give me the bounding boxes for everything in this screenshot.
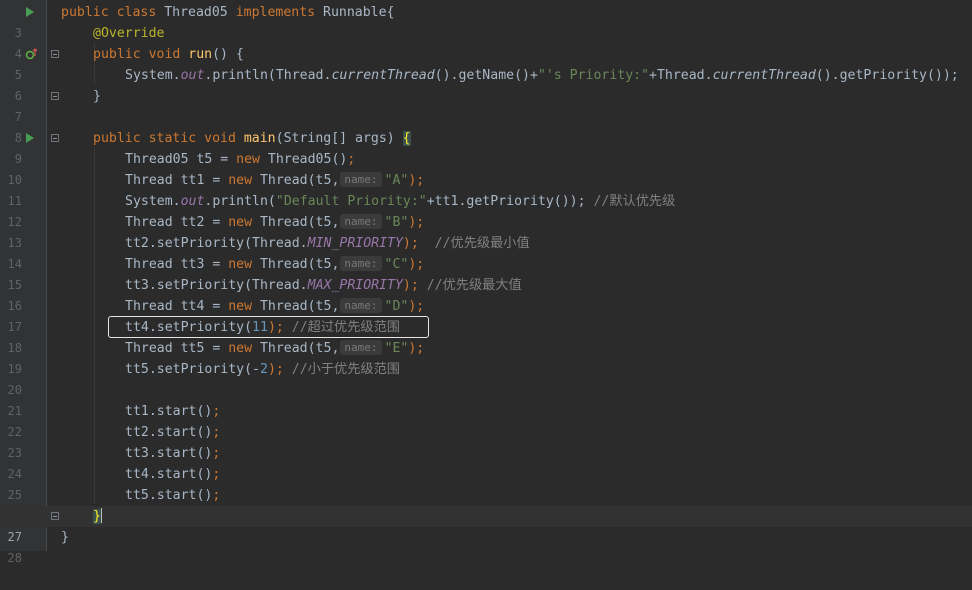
override-method-icon[interactable] bbox=[25, 48, 38, 61]
text-caret bbox=[100, 508, 102, 523]
run-main-icon[interactable] bbox=[26, 133, 34, 143]
code-line-11[interactable]: 11 Thread tt1 = new Thread(t5, name: "A"); bbox=[0, 170, 972, 208]
code-line-5[interactable]: 5 public void run() { bbox=[0, 44, 972, 82]
code-line-10[interactable]: 10 Thread05 t5 = new Thread05(); bbox=[0, 149, 972, 187]
parameter-hint: name: bbox=[340, 340, 382, 355]
code-line-12[interactable]: 12 System.out.println("Default Priority:… bbox=[0, 191, 972, 229]
fold-toggle-icon[interactable] bbox=[51, 50, 59, 58]
code-line-6[interactable]: 6 System.out.println(Thread.currentThrea… bbox=[0, 65, 972, 103]
parameter-hint: name: bbox=[340, 298, 382, 313]
highlight-box bbox=[108, 316, 429, 338]
fold-toggle-icon[interactable] bbox=[51, 134, 59, 142]
parameter-hint: name: bbox=[340, 172, 382, 187]
code-text: public class Thread05 implements Runnabl… bbox=[61, 5, 395, 20]
code-text: @Override bbox=[93, 26, 165, 41]
code-line-25[interactable]: 25 tt4.start(); bbox=[0, 464, 972, 502]
fold-toggle-icon[interactable] bbox=[51, 512, 59, 520]
code-line-20[interactable]: 20 tt5.setPriority(-2); //小于优先级范围 bbox=[0, 359, 972, 397]
code-line-17[interactable]: 17 Thread tt4 = new Thread(t5, name: "D"); bbox=[0, 296, 972, 334]
code-text: tt1.start(); bbox=[125, 404, 221, 419]
code-text: public static void main(String[] args) { bbox=[93, 131, 411, 146]
code-text: } bbox=[61, 530, 69, 545]
code-line-3[interactable]: 3 public class Thread05 implements Runna… bbox=[0, 2, 972, 40]
code-text: tt2.start(); bbox=[125, 425, 221, 440]
code-line-13[interactable]: 13 Thread tt2 = new Thread(t5, name: "B"); bbox=[0, 212, 972, 250]
fold-toggle-icon[interactable] bbox=[51, 92, 59, 100]
code-line-21[interactable]: 21 bbox=[0, 380, 972, 418]
code-line-24[interactable]: 24 tt3.start(); bbox=[0, 443, 972, 481]
code-text: tt5.start(); bbox=[125, 488, 221, 503]
code-text: System.out.println("Default Priority:"+t… bbox=[125, 194, 676, 209]
code-line-27[interactable]: 27 } bbox=[0, 506, 972, 544]
code-line-8[interactable]: 8 bbox=[0, 107, 972, 145]
code-line-15[interactable]: 15 Thread tt3 = new Thread(t5, name: "C"); bbox=[0, 254, 972, 292]
code-line-19[interactable]: 19 Thread tt5 = new Thread(t5, name: "E"); bbox=[0, 338, 972, 376]
code-text: tt4.start(); bbox=[125, 467, 221, 482]
code-text: Thread tt3 = new Thread(t5, name: "C"); bbox=[125, 256, 425, 272]
code-line-16[interactable]: 16 tt3.setPriority(Thread.MAX_PRIORITY);… bbox=[0, 275, 972, 313]
code-line-23[interactable]: 23 tt2.start(); bbox=[0, 422, 972, 460]
code-text: Thread05 t5 = new Thread05(); bbox=[125, 152, 356, 167]
code-text: Thread tt1 = new Thread(t5, name: "A"); bbox=[125, 172, 425, 188]
code-line-22[interactable]: 22 tt1.start(); bbox=[0, 401, 972, 439]
code-text: Thread tt2 = new Thread(t5, name: "B"); bbox=[125, 214, 425, 230]
code-text: } bbox=[93, 508, 102, 524]
code-line-4[interactable]: 4 @Override bbox=[0, 23, 972, 61]
parameter-hint: name: bbox=[340, 214, 382, 229]
parameter-hint: name: bbox=[340, 256, 382, 271]
code-line-14[interactable]: 14 tt2.setPriority(Thread.MIN_PRIORITY);… bbox=[0, 233, 972, 271]
code-text: Thread tt5 = new Thread(t5, name: "E"); bbox=[125, 340, 425, 356]
code-line-28[interactable]: 28 } bbox=[0, 527, 972, 565]
code-text: public void run() { bbox=[93, 47, 244, 62]
run-class-icon[interactable] bbox=[26, 7, 34, 17]
code-text: tt2.setPriority(Thread.MIN_PRIORITY); //… bbox=[125, 236, 530, 251]
code-text: tt5.setPriority(-2); //小于优先级范围 bbox=[125, 362, 400, 377]
code-text: System.out.println(Thread.currentThread(… bbox=[125, 68, 959, 83]
line-number: 28 bbox=[7, 551, 22, 565]
code-line-9[interactable]: 9 public static void main(String[] args)… bbox=[0, 128, 972, 166]
code-text: tt3.start(); bbox=[125, 446, 221, 461]
code-text: Thread tt4 = new Thread(t5, name: "D"); bbox=[125, 298, 425, 314]
code-text: } bbox=[93, 89, 101, 104]
code-text: tt3.setPriority(Thread.MAX_PRIORITY); //… bbox=[125, 278, 522, 293]
code-line-7[interactable]: 7 } bbox=[0, 86, 972, 124]
code-line-26[interactable]: 26 tt5.start(); bbox=[0, 485, 972, 523]
